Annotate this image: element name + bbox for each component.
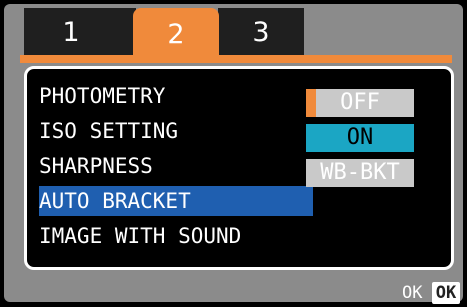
menu-item-auto-bracket[interactable]: AUTO BRACKET <box>39 186 313 216</box>
option-off-label: OFF <box>340 90 380 115</box>
active-tab-stripe <box>20 55 452 63</box>
option-on-label: ON <box>346 125 374 150</box>
option-cursor <box>306 89 316 117</box>
tab-2-active[interactable]: 2 <box>133 8 219 61</box>
ok-hint-text: OK <box>402 283 423 303</box>
option-wb-bkt[interactable]: WB-BKT <box>306 159 414 187</box>
ok-button[interactable]: OK <box>432 282 460 304</box>
tab-3-label: 3 <box>252 16 270 48</box>
option-wb-bkt-label: WB-BKT <box>320 160 400 185</box>
camera-menu-screen: 1 3 2 PHOTOMETRY ISO SETTING SHARPNESS A… <box>0 0 467 307</box>
tab-1[interactable]: 1 <box>24 8 136 56</box>
option-off[interactable]: OFF <box>306 89 414 117</box>
menu-item-image-with-sound[interactable]: IMAGE WITH SOUND <box>39 221 313 251</box>
tab-3[interactable]: 3 <box>218 8 304 56</box>
tab-1-label: 1 <box>62 16 80 48</box>
tab-2-label: 2 <box>167 19 185 50</box>
menu-item-sharpness[interactable]: SHARPNESS <box>39 151 313 181</box>
menu-item-photometry[interactable]: PHOTOMETRY <box>39 81 313 111</box>
menu-item-iso-setting[interactable]: ISO SETTING <box>39 116 313 146</box>
option-on[interactable]: ON <box>306 124 414 152</box>
